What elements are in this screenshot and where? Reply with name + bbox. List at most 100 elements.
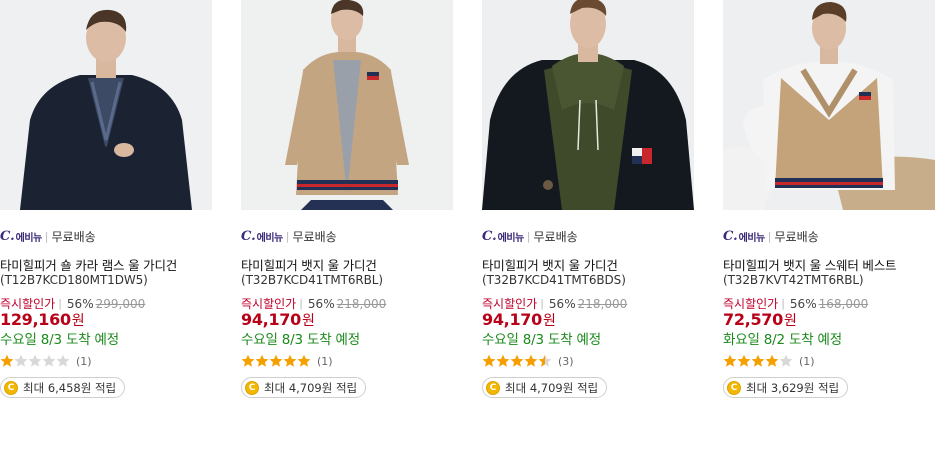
shipping-label: 무료배송 bbox=[774, 229, 819, 244]
star-rating bbox=[723, 354, 793, 368]
product-image[interactable] bbox=[482, 0, 694, 210]
divider: | bbox=[540, 297, 544, 310]
product-name[interactable]: 타미힐피거 뱃지 울 가디건 bbox=[241, 255, 377, 274]
price-row: 129,160 원 bbox=[0, 310, 85, 330]
product-card[interactable]: C. 에비뉴 | 무료배송 타미힐피거 뱃지 울 가디건 (T32B7KCD41… bbox=[482, 0, 696, 398]
reward-badge[interactable]: C 최대 3,629원 적립 bbox=[723, 377, 849, 398]
divider: | bbox=[299, 297, 303, 310]
star-icon bbox=[765, 354, 779, 367]
star-icon bbox=[723, 354, 737, 367]
shipping-label: 무료배송 bbox=[292, 229, 337, 244]
product-card[interactable]: C. 에비뉴 | 무료배송 타미힐피거 숄 카라 램스 울 가디건 (T12B7… bbox=[0, 0, 214, 398]
star-icon bbox=[56, 354, 70, 367]
star-icon bbox=[42, 354, 56, 367]
divider: | bbox=[58, 297, 62, 310]
product-name[interactable]: 타미힐피거 숄 카라 램스 울 가디건 bbox=[0, 255, 177, 274]
reward-badge[interactable]: C 최대 6,458원 적립 bbox=[0, 377, 126, 398]
star-icon bbox=[255, 354, 269, 367]
discount-percent: 56% bbox=[66, 296, 94, 311]
shipping-label: 무료배송 bbox=[51, 229, 96, 244]
star-icon bbox=[510, 354, 524, 367]
brand-word: 에비뉴 bbox=[738, 232, 766, 244]
divider: | bbox=[285, 229, 290, 243]
arrival-estimate: 화요일 8/2 도착 예정 bbox=[723, 332, 842, 348]
currency: 원 bbox=[542, 313, 556, 329]
currency: 원 bbox=[301, 313, 315, 329]
product-card[interactable]: C. 에비뉴 | 무료배송 타미힐피거 뱃지 울 스웨터 베스트 (T32B7K… bbox=[723, 0, 937, 398]
reward-badge[interactable]: C 최대 4,709원 적립 bbox=[482, 377, 608, 398]
price-row: 72,570 원 bbox=[723, 310, 797, 330]
star-icon bbox=[283, 354, 297, 367]
reward-badge[interactable]: C 최대 4,709원 적립 bbox=[241, 377, 367, 398]
product-name[interactable]: 타미힐피거 뱃지 울 가디건 bbox=[482, 255, 618, 274]
reward-text: 최대 4,709원 적립 bbox=[264, 380, 358, 395]
brand-mark: C. bbox=[0, 228, 15, 244]
price-row: 94,170 원 bbox=[482, 310, 556, 330]
coin-icon: C bbox=[4, 380, 18, 395]
product-image[interactable] bbox=[0, 0, 212, 210]
product-card[interactable]: C. 에비뉴 | 무료배송 타미힐피거 뱃지 울 가디건 (T32B7KCD41… bbox=[241, 0, 455, 398]
currency: 원 bbox=[783, 313, 797, 329]
discount-percent: 56% bbox=[307, 296, 335, 311]
rating[interactable]: (1) bbox=[723, 354, 815, 368]
review-count: (1) bbox=[799, 354, 815, 368]
review-count: (1) bbox=[317, 354, 333, 368]
review-count: (1) bbox=[76, 354, 92, 368]
product-code: (T32B7KCD41TMT6BDS) bbox=[482, 273, 626, 287]
star-icon bbox=[269, 354, 283, 367]
coin-icon: C bbox=[245, 380, 259, 395]
arrival-estimate: 수요일 8/3 도착 예정 bbox=[0, 332, 119, 348]
discount-percent: 56% bbox=[548, 296, 576, 311]
star-icon bbox=[538, 354, 552, 367]
review-count: (3) bbox=[558, 354, 574, 368]
coin-icon: C bbox=[727, 380, 741, 395]
star-icon bbox=[241, 354, 255, 367]
currency: 원 bbox=[71, 313, 85, 329]
arrival-estimate: 수요일 8/3 도착 예정 bbox=[482, 332, 601, 348]
rating[interactable]: (3) bbox=[482, 354, 574, 368]
star-icon bbox=[779, 354, 793, 367]
star-icon bbox=[297, 354, 311, 367]
product-grid: C. 에비뉴 | 무료배송 타미힐피거 숄 카라 램스 울 가디건 (T12B7… bbox=[0, 0, 939, 461]
product-code: (T32B7KVT42TMT6RBL) bbox=[723, 273, 864, 287]
product-code: (T32B7KCD41TMT6RBL) bbox=[241, 273, 383, 287]
star-icon bbox=[737, 354, 751, 367]
star-rating bbox=[241, 354, 311, 368]
sale-price: 129,160 bbox=[0, 310, 71, 329]
seller-row: C. 에비뉴 | 무료배송 bbox=[241, 228, 337, 244]
divider: | bbox=[767, 229, 772, 243]
star-icon bbox=[496, 354, 510, 367]
star-icon bbox=[28, 354, 42, 367]
reward-text: 최대 4,709원 적립 bbox=[505, 380, 599, 395]
original-price: 299,000 bbox=[95, 296, 146, 311]
product-name[interactable]: 타미힐피거 뱃지 울 스웨터 베스트 bbox=[723, 255, 896, 274]
product-image[interactable] bbox=[241, 0, 453, 210]
brand-word: 에비뉴 bbox=[256, 232, 284, 244]
coin-icon: C bbox=[486, 380, 500, 395]
discount-percent: 56% bbox=[789, 296, 817, 311]
star-icon bbox=[751, 354, 765, 367]
star-rating bbox=[0, 354, 70, 368]
arrival-estimate: 수요일 8/3 도착 예정 bbox=[241, 332, 360, 348]
product-image[interactable] bbox=[723, 0, 935, 210]
product-code: (T12B7KCD180MT1DW5) bbox=[0, 273, 148, 287]
brand-word: 에비뉴 bbox=[15, 232, 43, 244]
seller-row: C. 에비뉴 | 무료배송 bbox=[723, 228, 819, 244]
star-icon bbox=[524, 354, 538, 367]
reward-text: 최대 3,629원 적립 bbox=[746, 380, 840, 395]
rating[interactable]: (1) bbox=[241, 354, 333, 368]
divider: | bbox=[781, 297, 785, 310]
star-icon bbox=[14, 354, 28, 367]
price-row: 94,170 원 bbox=[241, 310, 315, 330]
star-icon bbox=[0, 354, 14, 367]
original-price: 218,000 bbox=[336, 296, 387, 311]
divider: | bbox=[44, 229, 49, 243]
sale-price: 94,170 bbox=[482, 310, 542, 329]
brand-mark: C. bbox=[482, 228, 497, 244]
original-price: 218,000 bbox=[577, 296, 628, 311]
rating[interactable]: (1) bbox=[0, 354, 92, 368]
divider: | bbox=[526, 229, 531, 243]
seller-row: C. 에비뉴 | 무료배송 bbox=[0, 228, 96, 244]
star-rating bbox=[482, 354, 552, 368]
sale-price: 94,170 bbox=[241, 310, 301, 329]
